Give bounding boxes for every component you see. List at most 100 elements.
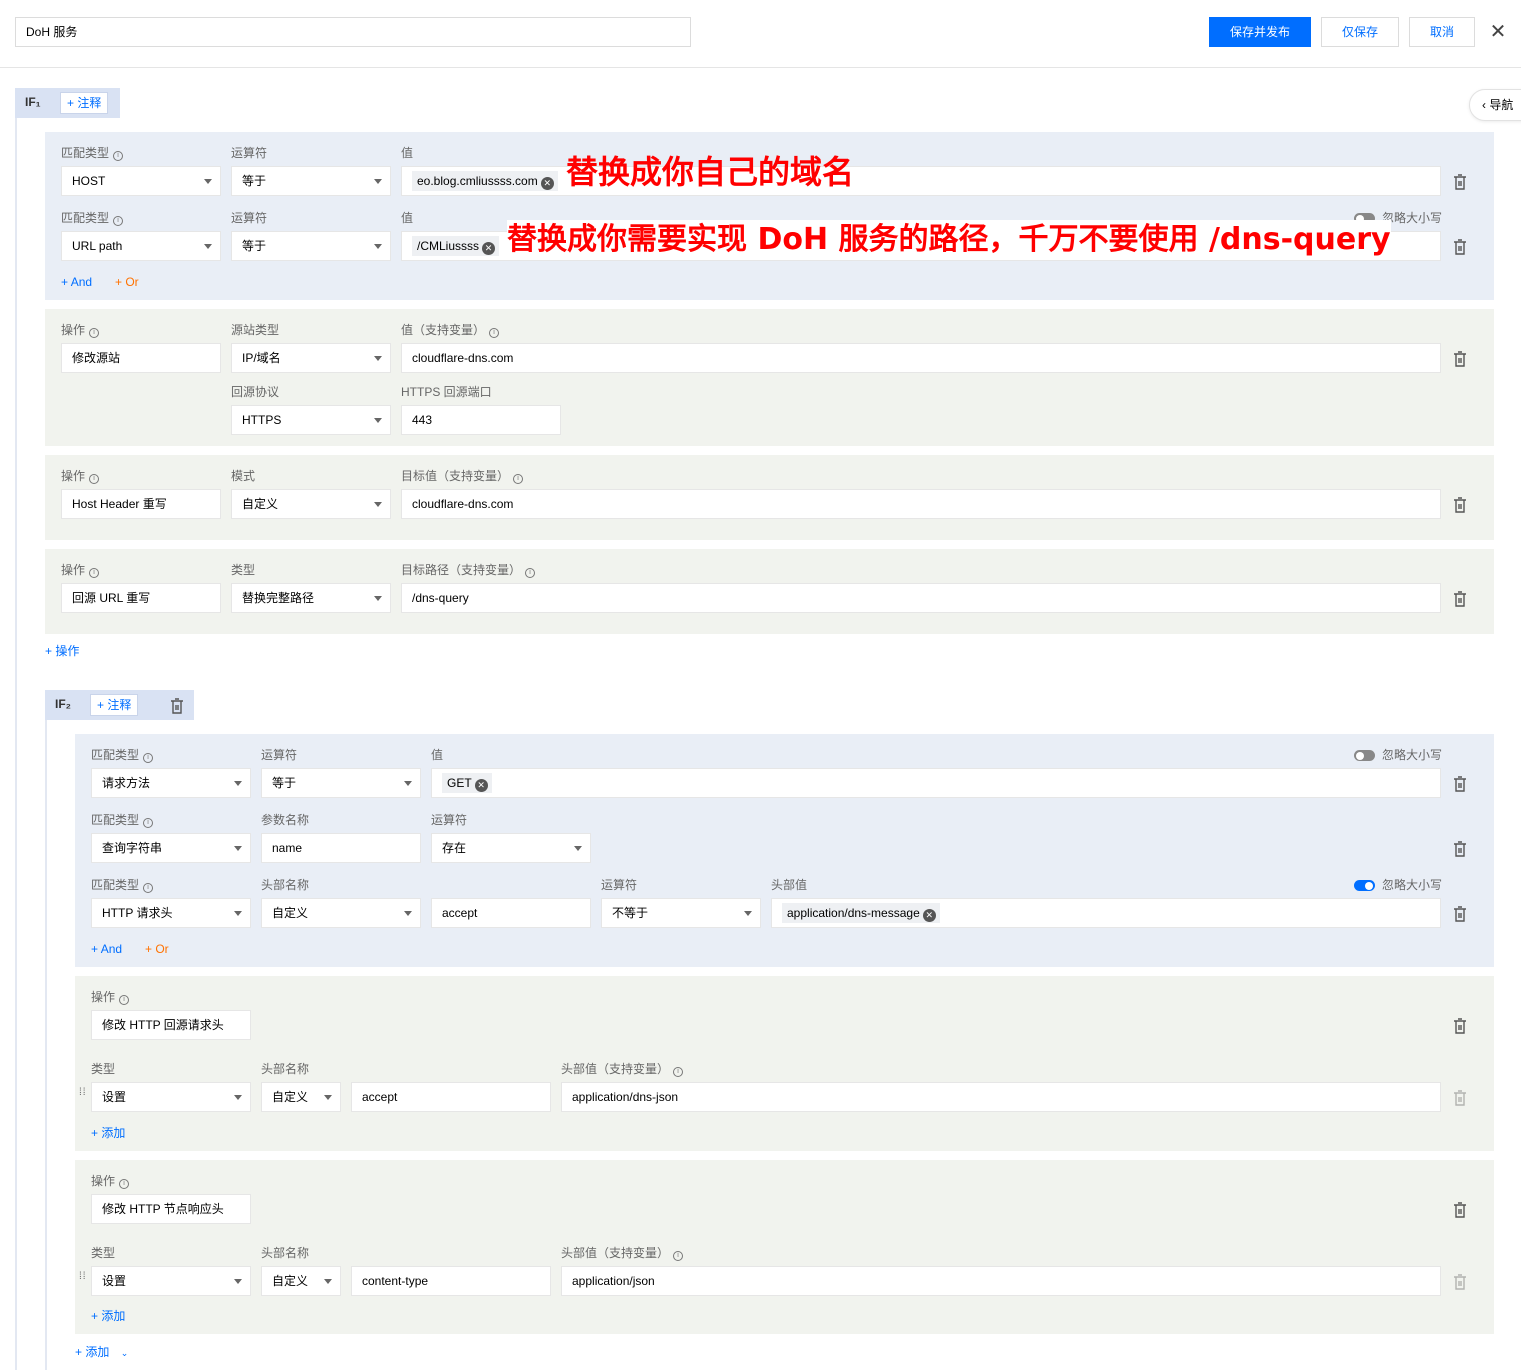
save-publish-button[interactable]: 保存并发布 bbox=[1209, 17, 1311, 47]
match-type-select[interactable]: URL path bbox=[61, 231, 221, 261]
nav-toggle[interactable]: ‹ 导航 bbox=[1469, 89, 1521, 121]
ignore-case-label: 忽略大小写 bbox=[1382, 878, 1443, 892]
if1-note-button[interactable]: + 注释 bbox=[60, 92, 109, 114]
delete-icon[interactable] bbox=[1452, 905, 1468, 923]
header-value-input[interactable]: application/dns-json bbox=[561, 1082, 1441, 1112]
delete-icon[interactable] bbox=[1452, 350, 1468, 368]
operator-select[interactable]: 等于 bbox=[231, 166, 391, 196]
match-type-label: 匹配类型 i bbox=[91, 813, 154, 828]
operator-select[interactable]: 等于 bbox=[231, 231, 391, 261]
delete-icon[interactable] bbox=[1452, 496, 1468, 514]
origin-value-input[interactable]: cloudflare-dns.com bbox=[401, 343, 1441, 373]
delete-icon[interactable] bbox=[1452, 238, 1468, 256]
info-icon: i bbox=[513, 474, 524, 484]
drag-handle-icon[interactable]: ⁞⁞ bbox=[79, 1272, 87, 1288]
info-icon: i bbox=[673, 1067, 684, 1077]
header-mode-select[interactable]: 自定义 bbox=[261, 1082, 341, 1112]
action-field[interactable]: 修改 HTTP 回源请求头 bbox=[91, 1010, 251, 1040]
origin-protocol-select[interactable]: HTTPS bbox=[231, 405, 391, 435]
close-icon[interactable]: ✕ bbox=[1486, 20, 1510, 44]
delete-icon[interactable] bbox=[1452, 173, 1468, 191]
if2-action-response-header: 操作 i 修改 HTTP 节点响应头 类型 头部名称 头部值（支持变量） i ⁞⁞ … bbox=[75, 1160, 1494, 1334]
ignore-case-toggle[interactable] bbox=[1354, 750, 1375, 761]
action-field[interactable]: 修改 HTTP 节点响应头 bbox=[91, 1194, 251, 1224]
header-mode-select[interactable]: 自定义 bbox=[261, 898, 421, 928]
add-header-link[interactable]: + 添加 bbox=[91, 1126, 125, 1140]
param-name-label: 参数名称 bbox=[261, 813, 310, 827]
action-label: 操作 i bbox=[91, 990, 130, 1005]
add-and-link[interactable]: + And bbox=[61, 275, 92, 289]
match-type-select[interactable]: HTTP 请求头 bbox=[91, 898, 251, 928]
operator-select[interactable]: 等于 bbox=[261, 768, 421, 798]
add-or-link[interactable]: + Or bbox=[145, 942, 169, 956]
header-name-input[interactable]: accept bbox=[431, 898, 591, 928]
delete-icon[interactable] bbox=[1452, 1201, 1468, 1219]
save-only-button[interactable]: 仅保存 bbox=[1321, 17, 1399, 47]
add-action-link[interactable]: + 操作 bbox=[45, 644, 79, 658]
mode-select[interactable]: 自定义 bbox=[231, 489, 391, 519]
delete-icon[interactable] bbox=[1452, 1089, 1468, 1107]
action-field[interactable]: 回源 URL 重写 bbox=[61, 583, 221, 613]
match-type-select[interactable]: HOST bbox=[61, 166, 221, 196]
param-name-input[interactable]: name bbox=[261, 833, 421, 863]
target-value-input[interactable]: cloudflare-dns.com bbox=[401, 489, 1441, 519]
info-icon: i bbox=[673, 1251, 684, 1261]
add-header-link[interactable]: + 添加 bbox=[91, 1309, 125, 1323]
add-or-link[interactable]: + Or bbox=[115, 275, 139, 289]
value-chip: eo.blog.cmliussss.com ✕ bbox=[412, 171, 558, 191]
action-field[interactable]: Host Header 重写 bbox=[61, 489, 221, 519]
delete-icon[interactable] bbox=[1452, 840, 1468, 858]
remove-chip-icon[interactable]: ✕ bbox=[922, 909, 936, 922]
type-select[interactable]: 设置 bbox=[91, 1082, 251, 1112]
origin-type-label: 源站类型 bbox=[231, 323, 280, 337]
ignore-case-toggle[interactable] bbox=[1354, 880, 1375, 891]
ignore-case-label: 忽略大小写 bbox=[1382, 211, 1443, 225]
if1-action-host-header: 操作 i 模式 目标值（支持变量） i Host Header 重写 自定义 clo… bbox=[45, 455, 1494, 540]
if1-tag: IF₁ + 注释 bbox=[15, 88, 120, 118]
delete-icon[interactable] bbox=[1452, 1273, 1468, 1291]
header-name-input[interactable]: accept bbox=[351, 1082, 551, 1112]
rule-name-input[interactable]: DoH 服务 bbox=[15, 17, 691, 47]
match-type-label: 匹配类型 i bbox=[61, 211, 124, 226]
delete-icon[interactable] bbox=[1452, 590, 1468, 608]
delete-icon[interactable] bbox=[1452, 775, 1468, 793]
if1-guide-line bbox=[15, 118, 17, 1370]
value-tag-input[interactable]: eo.blog.cmliussss.com ✕ bbox=[401, 166, 1441, 196]
header-mode-select[interactable]: 自定义 bbox=[261, 1266, 341, 1296]
origin-port-input[interactable]: 443 bbox=[401, 405, 561, 435]
if1-action-url-rewrite: 操作 i 类型 目标路径（支持变量） i 回源 URL 重写 替换完整路径 /dns… bbox=[45, 549, 1494, 634]
type-select[interactable]: 设置 bbox=[91, 1266, 251, 1296]
info-icon: i bbox=[89, 328, 100, 338]
header-name-input[interactable]: content-type bbox=[351, 1266, 551, 1296]
origin-type-select[interactable]: IP/域名 bbox=[231, 343, 391, 373]
target-path-label: 目标路径（支持变量） i bbox=[401, 563, 536, 578]
type-select[interactable]: 替换完整路径 bbox=[231, 583, 391, 613]
if2-note-button[interactable]: + 注释 bbox=[90, 694, 139, 716]
remove-chip-icon[interactable]: ✕ bbox=[540, 177, 554, 190]
cancel-button[interactable]: 取消 bbox=[1409, 17, 1475, 47]
operator-label: 运算符 bbox=[431, 813, 468, 827]
operator-select[interactable]: 不等于 bbox=[601, 898, 761, 928]
remove-chip-icon[interactable]: ✕ bbox=[474, 779, 488, 792]
delete-icon[interactable] bbox=[1452, 1017, 1468, 1035]
value-tag-input[interactable]: GET ✕ bbox=[431, 768, 1441, 798]
operator-select[interactable]: 存在 bbox=[431, 833, 591, 863]
annotation-domain: 替换成你自己的域名 bbox=[566, 153, 855, 191]
plus-icon: + bbox=[97, 698, 108, 712]
header-value-input[interactable]: application/json bbox=[561, 1266, 1441, 1296]
delete-icon[interactable] bbox=[169, 697, 185, 715]
target-path-input[interactable]: /dns-query bbox=[401, 583, 1441, 613]
add-more-dropdown[interactable]: + 添加 ⌄ bbox=[75, 1345, 128, 1360]
chevron-down-icon: ⌄ bbox=[120, 1348, 129, 1358]
header-value-label: 头部值（支持变量） i bbox=[561, 1246, 684, 1261]
add-and-link[interactable]: + And bbox=[91, 942, 122, 956]
action-field[interactable]: 修改源站 bbox=[61, 343, 221, 373]
match-type-select[interactable]: 查询字符串 bbox=[91, 833, 251, 863]
header-name-label: 头部名称 bbox=[261, 878, 310, 892]
remove-chip-icon[interactable]: ✕ bbox=[482, 242, 496, 255]
action-label: 操作 i bbox=[61, 323, 100, 338]
drag-handle-icon[interactable]: ⁞⁞ bbox=[79, 1088, 87, 1104]
match-type-select[interactable]: 请求方法 bbox=[91, 768, 251, 798]
header-value-tag-input[interactable]: application/dns-message ✕ bbox=[771, 898, 1441, 928]
operator-label: 运算符 bbox=[231, 146, 268, 160]
